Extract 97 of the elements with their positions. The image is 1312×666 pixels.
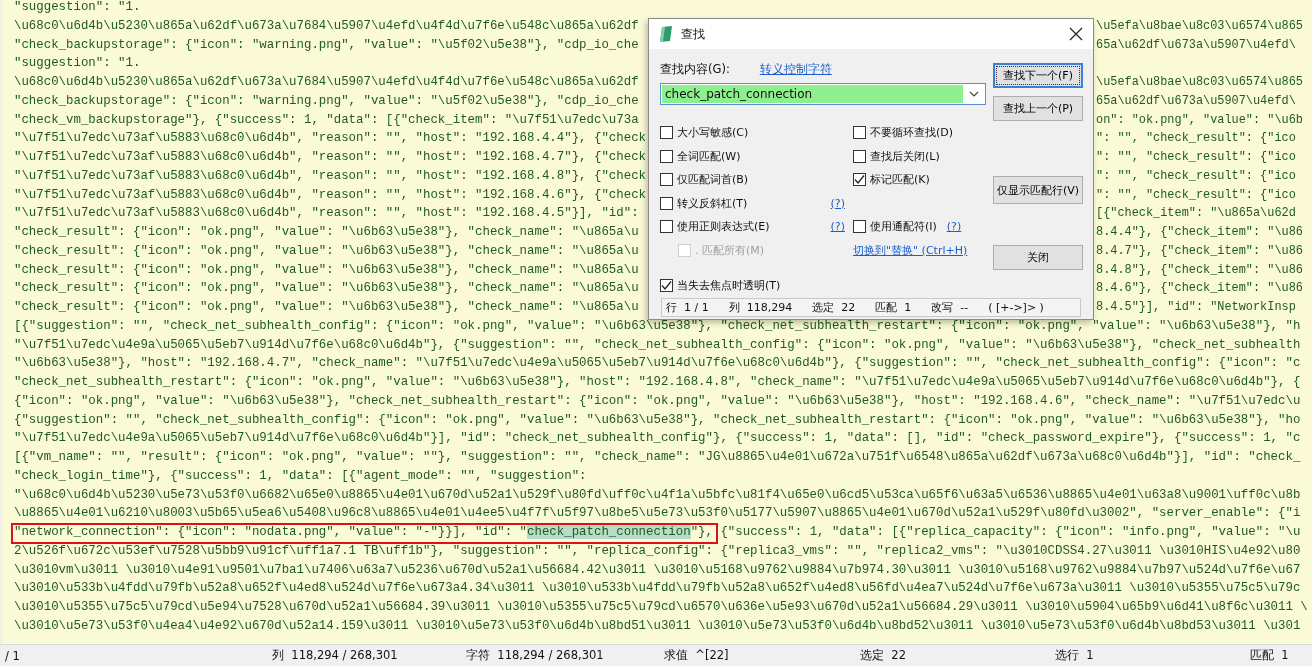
code-line: \u3010\u5355\u75c5\u79cd\u5e94\u7528\u670d\u52a1\u56684.39\u3011 \u3010\u5355\u75c5\u79cd\u6570\u636e\u5e93\u670d\u52a1\u56684.29\u3011 \u3010\u5904\u65b9\u6d41\u8f6c\u3011 \: [14, 599, 1308, 616]
code-line: \u8865\u4e01\u6210\u8003\u5b65\u5ea6\u5408\u96c8\u8865\u4e01\u4ee5\u4f7f\u5f97\u8be5\u5e73\u53f0\u5177\u5907\u8865\u4e01\u670d\u52a1\u529f\u80fd\u3002", "server_enable": {"i: [14, 505, 1301, 523]
code-line: \u3010\u533b\u4fdd\u79fb\u52a8\u652f\u4ed8\u524d\u7f6e\u673a4.34\u3011 \u3010\u533b\u4fdd\u79fb\u52a8\u652f\u4ed8\u56fd\u4ea7\u524d\u7f6e\u673a\u3011 \u3010\u5355\u75c5\u79c: [14, 580, 1301, 598]
code-line: ": "", "check_result": {"ico: [1096, 130, 1296, 148]
status-text: 选定 22: [860, 648, 907, 663]
code-line: {"suggestion": "", "check_net_subhealth_config": {"icon": "ok.png", "value": "\u6b63\u5e38"}, "check_net_subhealth_restart": {"icon": "ok.png", "value": "\u6b63\u5e38"}, "ho: [14, 411, 1301, 429]
code-line: "check_login_time"}, {"success": 1, "data": [{"agent_mode": "", "suggestion":: [14, 467, 587, 485]
status-text: 列 118,294 / 268,301: [272, 648, 399, 663]
status-text: 选定 22: [812, 300, 856, 315]
checkbox[interactable]: [660, 196, 673, 210]
checkbox[interactable]: [853, 126, 866, 140]
code-line: "\u68c0\u6d4b\u5230\u5e73\u53f0\u6682\u65e0\u8865\u4e01\u670d\u52a1\u529f\u80fd\uff0c\u4f1a\u5bfc\u81f4\u65e0\u6cd5\u53ca\u65f6\u63a5\u6536\u8865\u4e01\u63a8\u9001\uff0c\u8b: [14, 486, 1301, 504]
code-line: "network_connection": {"icon": "nodata.png", "value": "-"}}], "id": "check_patch_connection"}, {"success": 1, "data": [{"replica_capacity": {"icon": "info.png", "value": "\u: [14, 524, 1301, 541]
code-line: "check_net_subhealth_restart": {"icon": "ok.png", "value": "\u6b63\u5e38"}, "host": "192.168.4.8", "check_name": "\u7f51\u7edc\u4e9a\u5065\u5eb7\u914d\u7f6e\u68c0\u6d4b"}, {: [14, 374, 1301, 391]
status-text: 改写 --: [931, 300, 969, 315]
code-line: ": "", "check_result": {"ico: [1096, 149, 1296, 166]
close-icon[interactable]: [1069, 27, 1083, 41]
checkbox[interactable]: [660, 126, 673, 140]
checkbox[interactable]: [660, 173, 673, 187]
code-line: "check_backupstorage": {"icon": "warning.png", "value": "\u5f02\u5e38"}, "cdp_io_che: [14, 92, 640, 110]
option-label[interactable]: 使用通配符(I): [870, 219, 937, 235]
code-line: 8.4.5"}], "id": "NetworkInsp: [1096, 299, 1296, 316]
status-text: 行 1 / 1: [666, 300, 709, 315]
find-label: 查找内容(G):: [660, 61, 730, 77]
code-line: "check_result": {"icon": "ok.png", "value": "\u6b63\u5e38"}, "check_name": "\u865a\u: [14, 261, 640, 279]
code-line: [{"vm_name": "", "result": {"icon": "ok.png", "value": ""}, "suggestion": "", "check_name": "JG\u8865\u4e01\u672a\u751f\u6548\u865a\u62df\u673a\u68c0\u6d4b"}], "id": "check_: [14, 449, 1301, 466]
option-label[interactable]: 标记匹配(K): [870, 172, 930, 188]
code-line: 65a\u62df\u673a\u5907\u4efd\: [1096, 36, 1296, 54]
option-label[interactable]: 当失去焦点时透明(T): [677, 278, 781, 293]
code-line: ": "", "check_result": {"ico: [1096, 167, 1296, 185]
find-combo-field[interactable]: check_patch_connection: [660, 83, 986, 105]
checkbox[interactable]: [660, 149, 673, 163]
help-link[interactable]: (?): [830, 196, 845, 210]
checkbox[interactable]: [660, 220, 673, 234]
option-label[interactable]: 大小写敏感(C): [677, 125, 749, 141]
code-line: "check_backupstorage": {"icon": "warning.png", "value": "\u5f02\u5e38"}, "cdp_io_che: [14, 36, 640, 54]
code-line: "\u7f51\u7edc\u73af\u5883\u68c0\u6d4b", "reason": "", "host": "192.168.4.5"}], "id":: [14, 205, 640, 223]
checkbox[interactable]: [853, 220, 866, 234]
status-text: 求值 ^[22]: [664, 648, 730, 663]
dialog-button[interactable]: 关闭: [993, 245, 1083, 270]
escape-link[interactable]: 转义控制字符: [759, 61, 832, 77]
code-line: "check_result": {"icon": "ok.png", "value": "\u6b63\u5e38"}, "check_name": "\u865a\u: [14, 242, 640, 260]
code-line: 8.4.6"}, {"check_item": "\u86: [1096, 280, 1303, 298]
code-line: "suggestion": "1.: [14, 55, 141, 73]
code-line: "\u7f51\u7edc\u73af\u5883\u68c0\u6d4b", "reason": "", "host": "192.168.4.4"}, {"check: [14, 130, 648, 148]
dialog-button[interactable]: 仅显示匹配行(V): [993, 176, 1083, 204]
code-line: "\u7f51\u7edc\u73af\u5883\u68c0\u6d4b", "reason": "", "host": "192.168.4.8"}, {"check: [14, 167, 648, 185]
code-line: "\u7f51\u7edc\u73af\u5883\u68c0\u6d4b", "reason": "", "host": "192.168.4.6"}, {"check: [14, 186, 648, 204]
option-label[interactable]: 转义反斜杠(T): [677, 195, 748, 211]
code-line: "\u7f51\u7edc\u4e9a\u5065\u5eb7\u914d\u7f6e\u68c0\u6d4b"}], "id": "check_net_subhealth_config"}, {"success": 1, "data": [], "id": "check_password_expire"}, {"success": 1, "c: [14, 430, 1301, 448]
code-line: 8.4.4"}, {"check_item": "\u86: [1096, 224, 1303, 241]
checkbox[interactable]: [853, 149, 866, 163]
code-line: \u68c0\u6d4b\u5230\u865a\u62df\u673a\u7684\u5907\u4efd\u4f4d\u7f6e\u548c\u865a\u62df: [14, 17, 640, 35]
code-line: "check_vm_backupstorage"}, {"success": 1, "data": [{"check_item": "\u7f51\u7edc\u73a: [14, 111, 640, 129]
code-line: 8.4.7"}, {"check_item": "\u86: [1096, 242, 1303, 260]
help-link[interactable]: (?): [830, 220, 845, 234]
code-line: [{"suggestion": "", "check_net_subhealth_config": {"icon": "ok.png", "value": "\u6b63\u5e38"}, "check_net_subhealth_restart": {"icon": "ok.png", "value": "\u6b63\u5e38"}, "h: [14, 317, 1301, 335]
code-line: "suggestion": "1.: [14, 0, 141, 16]
option-label[interactable]: 使用正则表达式(E): [677, 219, 770, 235]
code-line: [{"check_item": "\u865a\u62d: [1096, 205, 1296, 223]
code-line: "\u7f51\u7edc\u73af\u5883\u68c0\u6d4b", "reason": "", "host": "192.168.4.7"}, {"check: [14, 149, 648, 166]
code-line: {"icon": "ok.png", "value": "\u6b63\u5e38"}, "check_net_subhealth_restart": {"icon": "ok.png", "value": "\u6b63\u5e38"}, "host": "192.168.4.6", "check_name": "\u7f51\u7edc\u: [14, 392, 1301, 410]
status-text: 匹配 1: [1250, 648, 1290, 663]
checkbox[interactable]: [660, 279, 673, 292]
help-link[interactable]: (?): [946, 220, 962, 234]
chevron-down-icon[interactable]: [969, 91, 979, 97]
code-line: "check_result": {"icon": "ok.png", "value": "\u6b63\u5e38"}, "check_name": "\u865a\u: [14, 299, 640, 316]
status-text: / 1: [5, 648, 21, 663]
code-line: \u68c0\u6d4b\u5230\u865a\u62df\u673a\u7684\u5907\u4efd\u4f4d\u7f6e\u548c\u865a\u62df: [14, 74, 640, 91]
code-line: "\u7f51\u7edc\u4e9a\u5065\u5eb7\u914d\u7f6e\u68c0\u6d4b"}, {"suggestion": "", "check_net_subhealth_config": {"icon": "ok.png", "value": "\u6b63\u5e38"}, "check_net_subhealth: [14, 336, 1301, 354]
notepad-icon: [659, 26, 673, 42]
option-label[interactable]: 不要循环查找(D): [870, 125, 954, 141]
code-line: \u5efa\u8bae\u8c03\u6574\u865: [1096, 74, 1303, 91]
option-label[interactable]: 全词匹配(W): [677, 148, 741, 164]
status-text: 匹配 1: [875, 300, 912, 315]
code-line: 2\u526f\u672c\u53ef\u7528\u5bb9\u91cf\uff1a7.1 TB\uff1b"}, "suggestion": "", "replica_config": {"replica3_vms": "", "replica2_vms": "\u3010CDSS4.27\u3011 \u3010HIS\u4e92\u80: [14, 542, 1301, 560]
code-line: "check_result": {"icon": "ok.png", "value": "\u6b63\u5e38"}, "check_name": "\u865a\u: [14, 280, 640, 298]
code-line: \u5efa\u8bae\u8c03\u6574\u865: [1096, 17, 1303, 35]
checkbox[interactable]: [853, 173, 866, 187]
code-line: \u3010vm\u3011 \u3010\u4e91\u9501\u7ba1\u7406\u63a7\u5236\u670d\u52a1\u56684.42\u3011 \u3010\u5168\u9762\u9884\u7b974.30\u3011 \u3010\u5168\u9762\u9884\u7b97\u524d\u7f6e\u67: [14, 561, 1301, 579]
option-label[interactable]: 仅匹配词首(B): [677, 172, 749, 188]
code-line: "check_result": {"icon": "ok.png", "value": "\u6b63\u5e38"}, "check_name": "\u865a\u: [14, 224, 640, 241]
dialog-title: 查找: [681, 25, 706, 43]
code-line: 8.4.8"}, {"check_item": "\u86: [1096, 261, 1303, 279]
option-label[interactable]: 查找后关闭(L): [870, 148, 940, 164]
code-line: 65a\u62df\u673a\u5907\u4efd\: [1096, 92, 1296, 110]
dialog-button[interactable]: 查找上一个(P): [993, 96, 1083, 121]
status-text: 字符 118,294 / 268,301: [466, 648, 605, 663]
dialog-button[interactable]: 查找下一个(F): [993, 63, 1083, 88]
status-text: 选行 1: [1055, 648, 1095, 663]
switch-replace-link[interactable]: 切换到"替换" (Ctrl+H): [853, 242, 968, 258]
code-line: \u3010\u5e73\u53f0\u4ea4\u4e92\u670d\u52a14.159\u3011 \u3010\u5e73\u53f0\u6d4b\u8bd51\u3011 \u3010\u5e73\u53f0\u6d4b\u8bd52\u3011 \u3010\u5e73\u53f0\u6d4b\u8bd53\u3011 \u301: [14, 617, 1301, 635]
status-text: ( [+->]> ): [988, 301, 1044, 314]
code-line: "\u6b63\u5e38"}, "host": "192.168.4.7", "check_name": "\u7f51\u7edc\u4e9a\u5065\u5eb7\u914d\u7f6e\u68c0\u6d4b"}, {"suggestion": "", "check_net_subhealth_config": {"icon": "c: [14, 355, 1301, 373]
code-line: ": "", "check_result": {"ico: [1096, 186, 1296, 204]
code-line: on": "ok.png", "value": "\u6b: [1096, 111, 1303, 129]
status-text: 列 118,294: [728, 300, 793, 315]
